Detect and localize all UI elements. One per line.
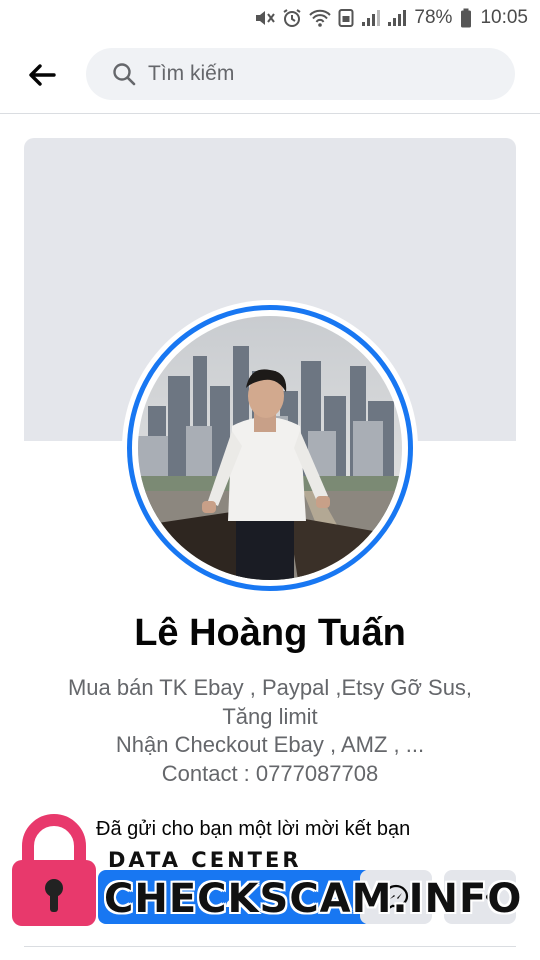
profile-bio: Mua bán TK Ebay , Paypal ,Etsy Gỡ Sus, T…	[40, 674, 500, 788]
watermark-subtitle: DATA CENTER	[108, 848, 302, 872]
story-ring	[127, 305, 413, 591]
bio-line: Contact : 0777087708	[161, 760, 379, 786]
data-icon	[338, 9, 354, 27]
profile-picture[interactable]	[122, 300, 418, 596]
bio-line: Mua bán TK Ebay , Paypal ,Etsy Gỡ Sus,	[67, 675, 473, 700]
wifi-icon	[309, 9, 332, 27]
bio-line: Tăng limit	[222, 703, 318, 729]
signal-icon	[388, 10, 407, 26]
avatar	[138, 316, 402, 580]
divider	[24, 946, 516, 947]
profile-name: Lê Hoàng Tuấn	[134, 612, 406, 654]
clock: 10:05	[480, 7, 528, 28]
top-bar	[0, 36, 540, 114]
watermark-title: CHECKSCAM.INFO	[104, 876, 523, 922]
bio-line: Nhận Checkout Ebay , AMZ , ...	[115, 732, 425, 757]
friend-request-text: Đã gửi cho bạn một lời mời kết bạn	[96, 818, 411, 840]
avatar-photo	[138, 316, 402, 580]
status-bar: 78% 10:05	[0, 0, 540, 36]
back-arrow-icon	[29, 64, 56, 86]
lock-icon	[12, 814, 96, 926]
signal-icon	[362, 10, 381, 26]
search-input[interactable]	[148, 62, 488, 86]
battery-icon	[461, 8, 472, 28]
search-box[interactable]	[86, 48, 515, 100]
alarm-icon	[283, 9, 301, 27]
status-icons	[254, 8, 407, 28]
search-icon	[113, 63, 136, 86]
battery-percent: 78%	[414, 7, 453, 28]
back-button[interactable]	[22, 58, 62, 92]
mute-icon	[256, 11, 276, 25]
